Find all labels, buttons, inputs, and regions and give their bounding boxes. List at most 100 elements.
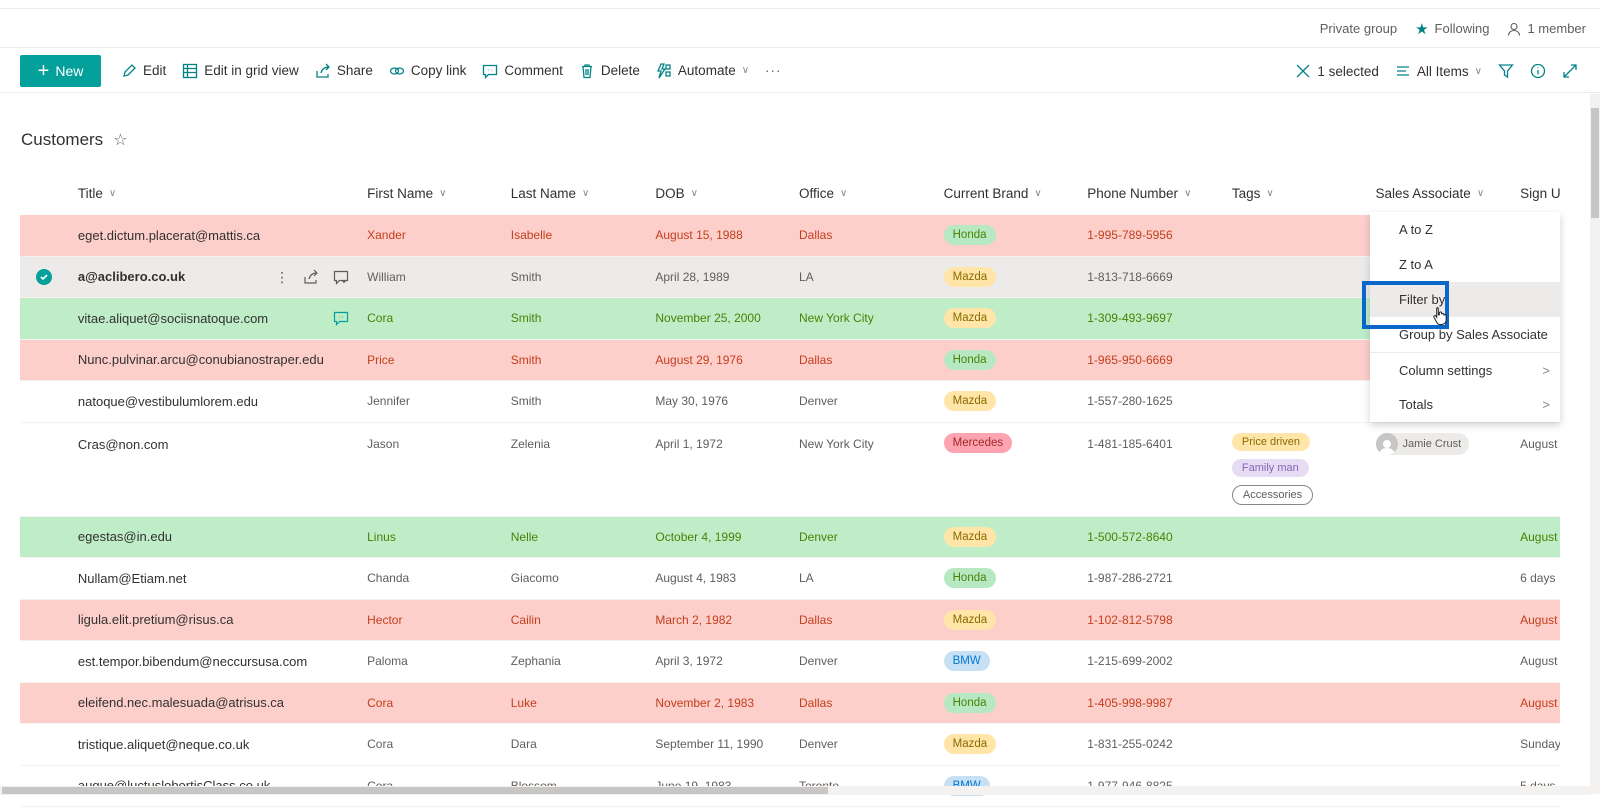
- title-cell[interactable]: natoque@vestibulumlorem.edu: [78, 394, 367, 409]
- table-row[interactable]: vitae.aliquet@sociisnatoque.com Cora Smith…: [20, 298, 1560, 340]
- view-switcher[interactable]: All Items ∨: [1387, 55, 1490, 87]
- following-button[interactable]: ★ Following: [1415, 20, 1489, 38]
- column-header-dob[interactable]: DOB ∨: [655, 186, 799, 201]
- title-link[interactable]: vitae.aliquet@sociisnatoque.com: [78, 311, 268, 326]
- clear-selection-button[interactable]: 1 selected: [1287, 55, 1387, 87]
- column-header-tags[interactable]: Tags ∨: [1232, 186, 1376, 201]
- table-row[interactable]: eleifend.nec.malesuada@atrisus.ca Cora Luk…: [20, 682, 1560, 724]
- horizontal-scroll-thumb[interactable]: [2, 787, 828, 794]
- menu-item-column-settings[interactable]: Column settings >: [1370, 352, 1560, 387]
- tags-cell: Price driven Family man Accessories: [1231, 432, 1376, 505]
- menu-item-label: Group by Sales Associate: [1399, 327, 1548, 342]
- row-select-cell[interactable]: [20, 268, 78, 285]
- comment-icon[interactable]: [333, 310, 349, 327]
- title-cell[interactable]: Nullam@Etiam.net: [78, 571, 367, 586]
- filter-button[interactable]: [1490, 55, 1522, 87]
- horizontal-scrollbar[interactable]: [0, 786, 1590, 795]
- edit-button[interactable]: Edit: [113, 55, 174, 87]
- menu-item-a-to-z[interactable]: A to Z: [1370, 212, 1560, 247]
- table-row[interactable]: Cras@non.com Jason Zelenia April 1, 1972 New…: [20, 423, 1560, 517]
- dob-cell: April 1, 1972: [655, 436, 723, 451]
- automate-button[interactable]: Automate ∨: [648, 55, 757, 87]
- title-cell[interactable]: vitae.aliquet@sociisnatoque.com: [78, 310, 367, 327]
- vertical-scroll-thumb[interactable]: [1591, 108, 1599, 218]
- brand-pill: Honda: [943, 349, 996, 370]
- delete-button[interactable]: Delete: [571, 55, 648, 87]
- chevron-down-icon: ∨: [582, 188, 590, 199]
- new-button[interactable]: + New: [20, 54, 101, 87]
- column-header-first-name[interactable]: First Name ∨: [367, 186, 511, 201]
- menu-item-z-to-a[interactable]: Z to A: [1370, 247, 1560, 282]
- office-cell: Denver: [799, 394, 838, 409]
- dob-cell: November 2, 1983: [655, 695, 755, 710]
- share-icon[interactable]: [303, 269, 319, 285]
- title-cell[interactable]: tristique.aliquet@neque.co.uk: [78, 737, 367, 752]
- title-link[interactable]: tristique.aliquet@neque.co.uk: [78, 737, 249, 752]
- title-link[interactable]: eget.dictum.placerat@mattis.ca: [78, 228, 260, 243]
- members-label: 1 member: [1527, 21, 1586, 36]
- column-header-sign-up[interactable]: Sign Up: [1520, 186, 1560, 201]
- vertical-scrollbar[interactable]: [1590, 94, 1600, 794]
- table-row[interactable]: egestas@in.edu Linus Nelle October 4, 1999 D…: [20, 516, 1560, 558]
- chevron-down-icon: ∨: [439, 188, 447, 199]
- table-row[interactable]: natoque@vestibulumlorem.edu Jennifer Smith…: [20, 381, 1560, 423]
- title-link[interactable]: egestas@in.edu: [78, 529, 172, 544]
- table-row[interactable]: ligula.elit.pretium@risus.ca Hector Cailin…: [20, 599, 1560, 641]
- title-link[interactable]: Nullam@Etiam.net: [78, 571, 187, 586]
- column-header-sales-associate[interactable]: Sales Associate ∨: [1376, 186, 1521, 201]
- expand-icon: [1563, 64, 1577, 78]
- phone-cell: 1-813-718-6669: [1087, 269, 1173, 284]
- person-icon: [1508, 22, 1521, 36]
- column-header-last-name[interactable]: Last Name ∨: [511, 186, 656, 201]
- column-header-office[interactable]: Office ∨: [799, 186, 944, 201]
- title-link[interactable]: est.tempor.bibendum@neccursusa.com: [78, 654, 307, 669]
- menu-item-totals[interactable]: Totals >: [1370, 387, 1560, 422]
- table-row[interactable]: eget.dictum.placerat@mattis.ca Xander Isab…: [20, 215, 1560, 257]
- title-link[interactable]: ligula.elit.pretium@risus.ca: [78, 612, 234, 627]
- last-name-cell: Smith: [510, 394, 542, 409]
- header-label: Sales Associate: [1375, 186, 1471, 201]
- title-cell[interactable]: egestas@in.edu: [78, 529, 367, 544]
- column-header-current-brand[interactable]: Current Brand ∨: [944, 186, 1088, 201]
- table-row[interactable]: a@aclibero.co.uk ⋮ William Smith April 28, 1…: [20, 256, 1560, 298]
- favorite-star-icon[interactable]: ☆: [113, 130, 127, 150]
- edit-grid-view-button[interactable]: Edit in grid view: [174, 55, 307, 87]
- copy-link-button[interactable]: Copy link: [381, 55, 475, 87]
- expand-button[interactable]: [1554, 55, 1586, 87]
- title-link[interactable]: a@aclibero.co.uk: [78, 269, 185, 284]
- title-link[interactable]: eleifend.nec.malesuada@atrisus.ca: [78, 695, 284, 710]
- title-cell[interactable]: est.tempor.bibendum@neccursusa.com: [78, 654, 367, 669]
- brand-cell: Honda: [943, 349, 1088, 370]
- menu-item-label: Column settings: [1399, 362, 1493, 378]
- table-row[interactable]: tristique.aliquet@neque.co.uk Cora Dara Sep…: [20, 724, 1560, 766]
- members-button[interactable]: 1 member: [1507, 21, 1586, 36]
- person-chip[interactable]: Jamie Crust: [1375, 432, 1470, 455]
- chevron-down-icon: ∨: [690, 188, 698, 199]
- column-header-phone-number[interactable]: Phone Number ∨: [1087, 186, 1232, 201]
- title-link[interactable]: Cras@non.com: [78, 437, 169, 452]
- chevron-right-icon: >: [1542, 362, 1550, 378]
- header-label: Phone Number: [1087, 186, 1179, 201]
- title-cell[interactable]: a@aclibero.co.uk ⋮: [78, 269, 367, 285]
- title-cell[interactable]: eleifend.nec.malesuada@atrisus.ca: [78, 695, 367, 710]
- info-button[interactable]: [1522, 55, 1554, 87]
- add-comment-icon[interactable]: [333, 269, 349, 285]
- title-cell[interactable]: Nunc.pulvinar.arcu@conubianostraper.edu: [78, 352, 367, 367]
- avatar-icon: [1375, 432, 1398, 455]
- title-cell[interactable]: eget.dictum.placerat@mattis.ca: [78, 228, 367, 243]
- more-button[interactable]: ···: [757, 55, 790, 87]
- row-selected-check-icon[interactable]: [36, 268, 52, 285]
- title-link[interactable]: Nunc.pulvinar.arcu@conubianostraper.edu: [78, 352, 324, 367]
- share-button[interactable]: Share: [307, 55, 381, 87]
- table-row[interactable]: est.tempor.bibendum@neccursusa.com Paloma…: [20, 641, 1560, 683]
- table-row[interactable]: Nullam@Etiam.net Chanda Giacomo August 4, 1…: [20, 558, 1560, 600]
- title-cell[interactable]: ligula.elit.pretium@risus.ca: [78, 612, 367, 627]
- column-header-title[interactable]: Title ∨: [78, 186, 367, 201]
- title-link[interactable]: natoque@vestibulumlorem.edu: [78, 394, 258, 409]
- first-name-cell: Jennifer: [367, 394, 410, 409]
- more-vertical-icon[interactable]: ⋮: [275, 270, 289, 284]
- comment-button[interactable]: Comment: [474, 55, 571, 87]
- edit-grid-label: Edit in grid view: [204, 63, 299, 78]
- table-row[interactable]: Nunc.pulvinar.arcu@conubianostraper.edu P…: [20, 339, 1560, 381]
- title-cell[interactable]: Cras@non.com: [78, 433, 367, 452]
